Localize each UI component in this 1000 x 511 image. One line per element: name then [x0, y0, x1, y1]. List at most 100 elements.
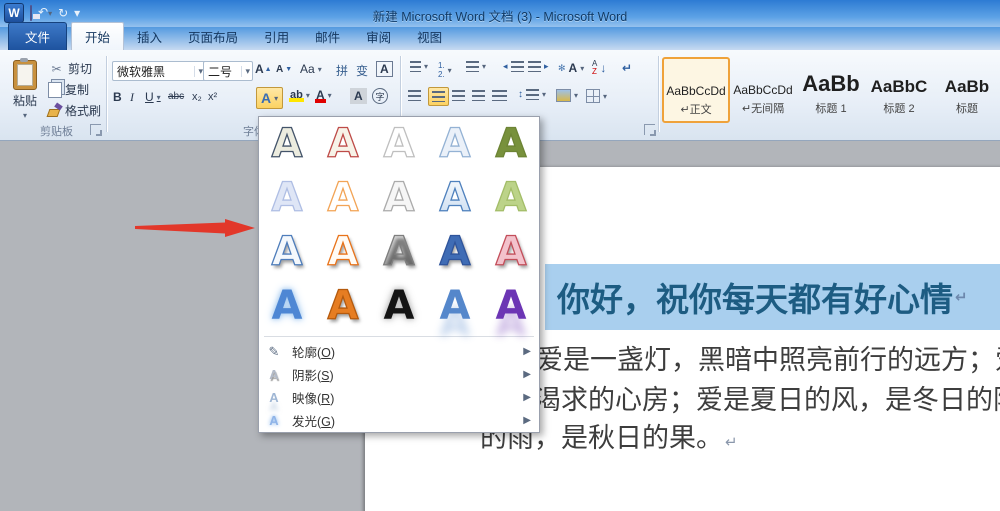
align-left-icon: [408, 90, 421, 101]
bold-button[interactable]: B: [113, 90, 122, 104]
borders-button[interactable]: ▾: [586, 89, 607, 103]
shrink-font-button[interactable]: A ▼: [276, 64, 292, 75]
text-effect-style-13[interactable]: A: [371, 225, 427, 279]
chevron-down-icon[interactable]: ▾: [194, 65, 203, 77]
line-spacing-icon: [526, 89, 539, 100]
menu-item-R[interactable]: A 映像(R) ▶: [259, 386, 539, 409]
text-effect-style-17[interactable]: A: [315, 279, 371, 333]
chevron-down-icon[interactable]: ▾: [241, 65, 250, 77]
borders-icon: [586, 89, 600, 103]
sort-button[interactable]: A Z ↓: [592, 60, 606, 76]
decrease-indent-button[interactable]: ◂: [503, 61, 524, 72]
tab-references[interactable]: 引用: [251, 23, 302, 50]
font-size-combobox[interactable]: 二号 ▾: [203, 61, 253, 81]
bullets-button[interactable]: ▾: [410, 61, 428, 72]
tab-home[interactable]: 开始: [71, 22, 125, 50]
text-effect-style-1[interactable]: A: [259, 117, 315, 171]
body-text-line[interactable]: 爱是一盏灯，黑暗中照亮前行的远方；爱是一首诗: [536, 338, 1000, 377]
cut-button[interactable]: ✂ 剪切: [48, 60, 92, 77]
text-effect-style-18[interactable]: A: [371, 279, 427, 333]
show-paragraph-marks-button[interactable]: ↵: [622, 61, 632, 75]
style-sample: AaBbC: [870, 77, 928, 96]
highlight-icon: ab: [289, 89, 304, 102]
text-effect-style-7[interactable]: A: [315, 171, 371, 225]
increase-indent-button[interactable]: ▸: [528, 61, 549, 72]
change-case-button[interactable]: Aa ▾: [300, 62, 322, 76]
style-sample: AaBbCcDd: [733, 83, 793, 97]
text-effect-style-16[interactable]: A: [259, 279, 315, 333]
text-effect-style-2[interactable]: A: [315, 117, 371, 171]
tab-page-layout[interactable]: 页面布局: [175, 23, 251, 50]
text-effect-style-15[interactable]: A: [483, 225, 539, 279]
shadow-icon: A: [269, 367, 279, 382]
shading-button[interactable]: ▾: [556, 89, 578, 102]
text-effect-style-12[interactable]: A: [315, 225, 371, 279]
italic-button[interactable]: I: [130, 90, 134, 105]
highlight-color-button[interactable]: ab ▾: [289, 89, 310, 102]
tab-file[interactable]: 文件: [8, 22, 68, 50]
paste-icon: [13, 58, 37, 90]
tab-insert[interactable]: 插入: [124, 23, 175, 50]
text-effect-style-19[interactable]: A: [427, 279, 483, 333]
line-spacing-button[interactable]: ↕ ▾: [518, 89, 546, 100]
align-center-button[interactable]: [428, 87, 449, 106]
justify-button[interactable]: [472, 90, 485, 101]
submenu-arrow-icon: ▶: [523, 369, 531, 380]
tab-mailings[interactable]: 邮件: [302, 23, 353, 50]
font-name-combobox[interactable]: 微软雅黑 ▾: [112, 61, 206, 81]
submenu-arrow-icon: ▶: [523, 346, 531, 357]
tab-view[interactable]: 视图: [404, 23, 455, 50]
style-标题[interactable]: AaBb 标题: [934, 57, 1000, 121]
multilevel-list-button[interactable]: ▾: [466, 61, 486, 72]
enclose-characters-button[interactable]: 字: [372, 88, 388, 104]
align-right-button[interactable]: [452, 90, 465, 101]
text-effect-style-8[interactable]: A: [371, 171, 427, 225]
format-painter-button[interactable]: 格式刷: [48, 102, 101, 119]
distribute-button[interactable]: [492, 90, 507, 101]
phonetic-guide-button[interactable]: 拼: [336, 62, 348, 79]
text-effect-style-14[interactable]: A: [427, 225, 483, 279]
strikethrough-button[interactable]: abc: [168, 91, 184, 102]
text-effects-button[interactable]: A ▾: [256, 87, 284, 109]
style-标题2[interactable]: AaBbC 标题 2: [866, 57, 932, 121]
text-effect-style-3[interactable]: A: [371, 117, 427, 171]
text-effect-style-6[interactable]: A: [259, 171, 315, 225]
copy-button[interactable]: 复制: [48, 81, 89, 98]
style-标题1[interactable]: AaBb 标题 1: [798, 57, 864, 121]
menu-item-G[interactable]: A 发光(G) ▶: [259, 409, 539, 432]
character-border-button[interactable]: A: [376, 61, 393, 77]
style-无间隔[interactable]: AaBbCcDd ↵无间隔: [730, 57, 796, 121]
text-effect-style-11[interactable]: A: [259, 225, 315, 279]
format-painter-icon: [48, 104, 62, 118]
underline-button[interactable]: U ▾: [145, 90, 161, 104]
numbering-button[interactable]: 1. 2. ▾: [438, 61, 452, 79]
clipboard-dialog-launcher-icon[interactable]: [90, 124, 102, 136]
character-shading-button[interactable]: A: [350, 88, 367, 104]
chevron-down-icon[interactable]: ▾: [274, 94, 278, 103]
text-effect-style-5[interactable]: A: [483, 117, 539, 171]
body-text-line[interactable]: 温暖渴求的心房；爱是夏日的风，是冬日的阳，是: [480, 378, 1000, 417]
align-left-button[interactable]: [408, 90, 421, 101]
text-effect-style-4[interactable]: A: [427, 117, 483, 171]
paragraph-mark: ↵: [955, 289, 968, 306]
style-label: 标题 1: [815, 103, 847, 115]
asian-layout-button[interactable]: ✻ A ▾: [558, 61, 584, 75]
text-effect-style-9[interactable]: A: [427, 171, 483, 225]
text-effect-style-10[interactable]: A: [483, 171, 539, 225]
paragraph-dialog-launcher-icon[interactable]: [644, 124, 656, 136]
style-label: 标题: [956, 103, 978, 115]
paste-dropdown-icon[interactable]: ▾: [23, 111, 27, 120]
characters-button[interactable]: 变: [356, 62, 368, 79]
style-sample: AaBb: [944, 77, 990, 96]
font-color-button[interactable]: A ▾: [315, 88, 332, 103]
tab-review[interactable]: 审阅: [353, 23, 404, 50]
subscript-button[interactable]: x₂: [192, 91, 202, 103]
menu-item-O[interactable]: ✎ 轮廓(O) ▶: [259, 340, 539, 363]
paste-button[interactable]: 粘贴 ▾: [8, 58, 42, 120]
style-正文[interactable]: AaBbCcDd ↵正文: [662, 57, 730, 123]
superscript-button[interactable]: x²: [208, 91, 217, 103]
text-effect-style-20[interactable]: A: [483, 279, 539, 333]
selected-heading-text[interactable]: 你好，祝你每天都有好心情 ↵: [545, 264, 1000, 330]
grow-font-button[interactable]: A ▲: [255, 62, 272, 76]
menu-item-S[interactable]: A 阴影(S) ▶: [259, 363, 539, 386]
